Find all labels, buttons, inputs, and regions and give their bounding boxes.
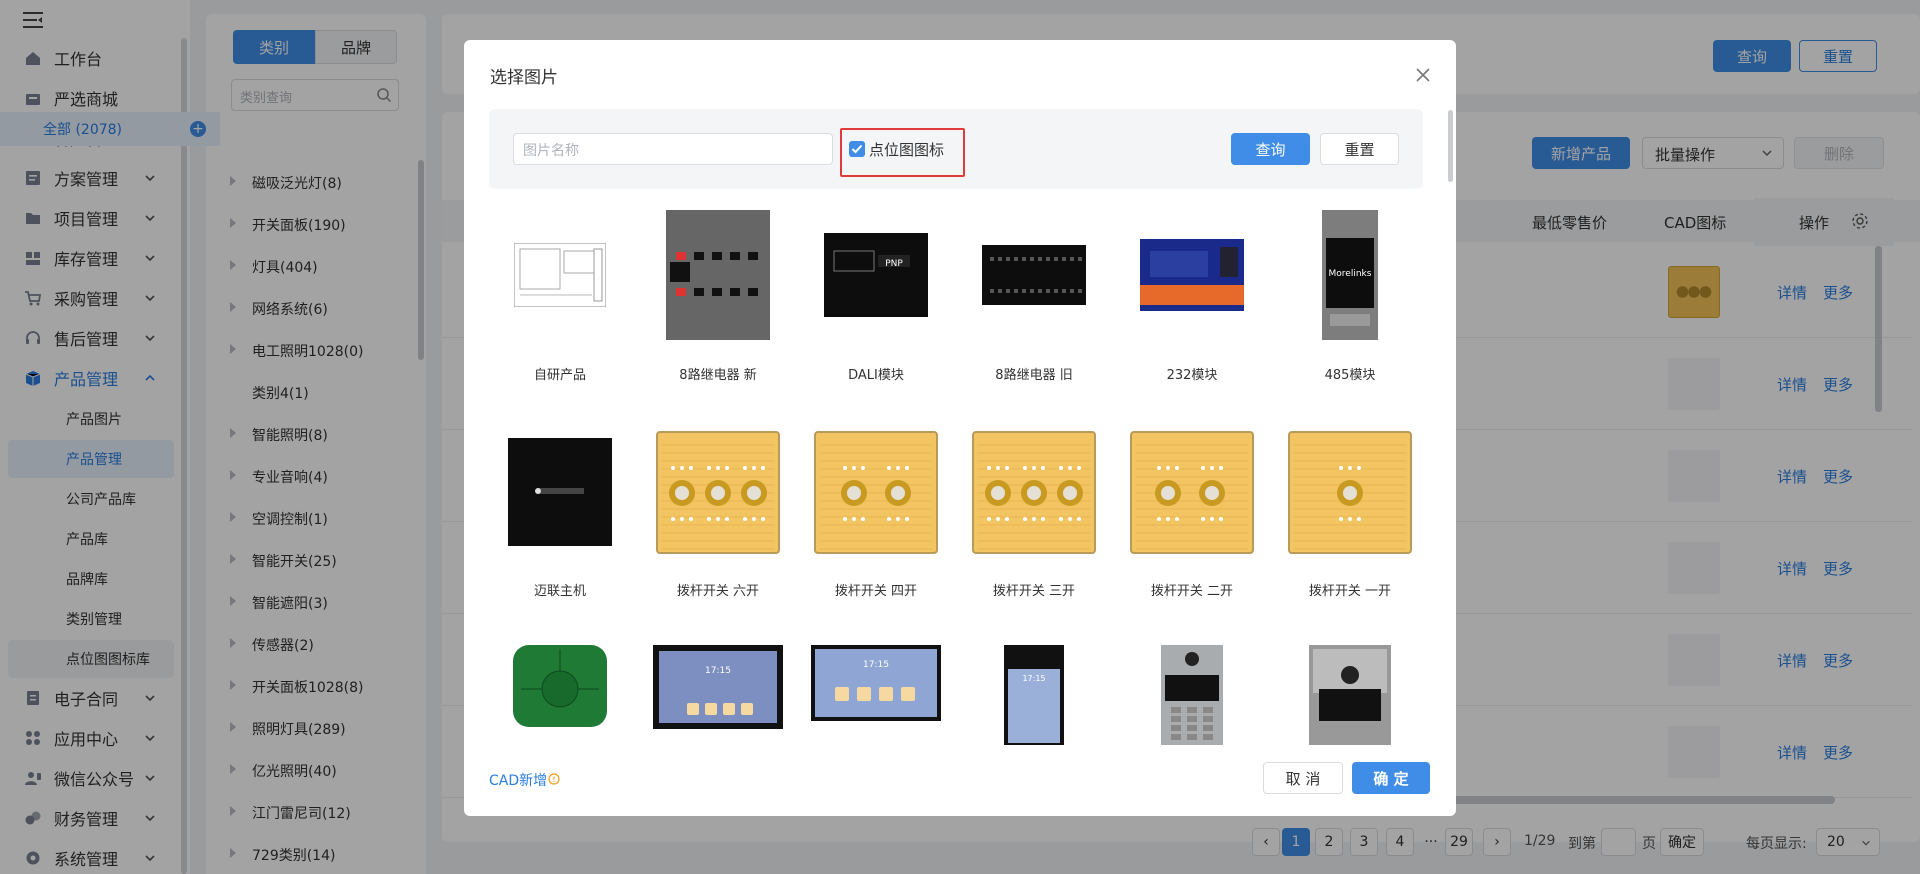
image-thumbnail [666,210,770,340]
image-thumbnail: PNP [824,233,928,317]
image-tile[interactable]: 17:15 [974,645,1094,855]
image-tile[interactable] [1132,645,1252,855]
svg-text:17:15: 17:15 [705,666,731,676]
image-tile[interactable]: 8路继电器 新 [658,210,778,420]
point-icon-checkbox[interactable] [849,141,865,157]
image-tile[interactable]: 17:15 [811,645,941,855]
image-tile[interactable]: 8路继电器 旧 [974,210,1094,420]
image-thumbnail [1161,645,1223,745]
image-thumbnail [972,430,1096,554]
image-tile[interactable] [1290,645,1410,855]
image-tile[interactable]: 拨杆开关 一开 [1288,430,1412,640]
image-caption: 232模块 [1166,368,1218,383]
svg-text:PNP: PNP [885,259,903,269]
image-tile[interactable]: 拨杆开关 三开 [972,430,1096,640]
dialog-query-button[interactable]: 查询 [1231,133,1310,165]
image-thumbnail [656,430,780,554]
image-caption: 拨杆开关 二开 [1150,584,1234,599]
image-tile[interactable]: Morelinks 485模块 [1290,210,1410,420]
image-caption: 迈联主机 [533,584,586,599]
svg-text:17:15: 17:15 [1022,674,1045,683]
image-thumbnail [982,245,1086,305]
image-tile[interactable]: 自研产品 [500,210,620,420]
svg-text:Morelinks: Morelinks [1329,269,1372,279]
image-thumbnail: 17:15 [811,645,941,721]
image-tile[interactable]: 迈联主机 [500,430,620,640]
point-icon-checkbox-label[interactable]: 点位图图标 [869,139,944,160]
image-caption: 485模块 [1324,368,1376,383]
image-thumbnail: 17:15 [653,645,783,729]
dialog-title: 选择图片 [490,68,558,88]
image-caption: DALI模块 [848,368,904,383]
info-icon [548,773,560,785]
image-name-placeholder: 图片名称 [523,143,579,159]
image-thumbnail [508,438,612,546]
image-caption: 8路继电器 新 [679,368,757,383]
cad-add-link[interactable]: CAD新增 [489,770,547,790]
image-thumbnail [814,430,938,554]
image-tile[interactable]: 拨杆开关 六开 [656,430,780,640]
image-caption: 8路继电器 旧 [995,368,1073,383]
image-name-input[interactable]: 图片名称 [513,133,833,165]
image-tile[interactable]: 17:15 [653,645,783,855]
image-thumbnail [1309,645,1391,745]
image-thumbnail: Morelinks [1322,210,1378,340]
cancel-button[interactable]: 取 消 [1263,762,1343,794]
image-caption: 拨杆开关 三开 [992,584,1076,599]
image-caption: 拨杆开关 四开 [834,584,918,599]
image-thumbnail [514,243,606,307]
image-thumbnail [1130,430,1254,554]
image-tile[interactable] [500,645,620,855]
image-thumbnail: 17:15 [1004,645,1064,745]
image-caption: 拨杆开关 六开 [676,584,760,599]
image-tile[interactable]: PNP DALI模块 [816,210,936,420]
image-tile[interactable]: 拨杆开关 四开 [814,430,938,640]
dialog-scrollbar[interactable] [1448,110,1453,182]
confirm-button[interactable]: 确 定 [1352,762,1430,794]
image-caption: 自研产品 [533,368,586,383]
svg-text:17:15: 17:15 [863,660,889,670]
image-thumbnail [1288,430,1412,554]
image-thumbnail [1140,239,1244,311]
image-tile[interactable]: 拨杆开关 二开 [1130,430,1254,640]
image-thumbnail [513,645,607,727]
image-tile[interactable]: 232模块 [1132,210,1252,420]
image-caption: 拨杆开关 一开 [1308,584,1392,599]
dialog-reset-button[interactable]: 重置 [1320,133,1399,165]
close-icon[interactable] [1414,66,1432,84]
